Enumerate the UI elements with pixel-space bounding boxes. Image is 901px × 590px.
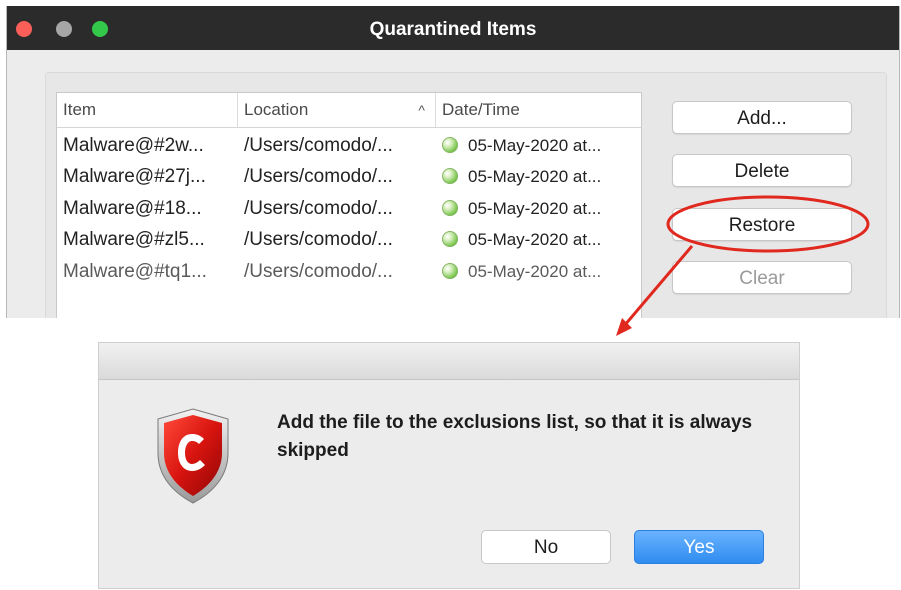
status-ok-icon	[442, 263, 458, 279]
table-header: Item Location ^ Date/Time	[57, 93, 641, 128]
column-header-location[interactable]: Location ^	[238, 93, 436, 127]
window-titlebar: Quarantined Items	[7, 6, 899, 50]
column-header-datetime-label: Date/Time	[442, 100, 520, 119]
row-item: Malware@#27j...	[63, 166, 206, 187]
table-row[interactable]: Malware@#27j... /Users/comodo/... 05-May…	[57, 161, 641, 192]
status-ok-icon	[442, 168, 458, 184]
status-ok-icon	[442, 137, 458, 153]
yes-button[interactable]: Yes	[634, 530, 764, 564]
dialog-message: Add the file to the exclusions list, so …	[277, 412, 753, 461]
no-button[interactable]: No	[481, 530, 611, 564]
row-item: Malware@#zl5...	[63, 229, 205, 250]
dialog-titlebar	[99, 343, 799, 380]
row-datetime: 05-May-2020 at...	[442, 224, 638, 255]
sort-ascending-icon: ^	[418, 102, 425, 118]
screenshot-separator	[0, 318, 901, 340]
table-row[interactable]: Malware@#18... /Users/comodo/... 05-May-…	[57, 193, 641, 224]
quarantine-table: Item Location ^ Date/Time Malware@#2w...…	[56, 92, 642, 324]
window-title: Quarantined Items	[369, 19, 537, 40]
status-ok-icon	[442, 200, 458, 216]
table-row[interactable]: Malware@#zl5... /Users/comodo/... 05-May…	[57, 224, 641, 255]
row-item: Malware@#18...	[63, 198, 202, 219]
clear-button[interactable]: Clear	[672, 261, 852, 294]
status-ok-icon	[442, 231, 458, 247]
row-datetime: 05-May-2020 at...	[442, 161, 638, 192]
column-header-location-label: Location	[244, 100, 309, 119]
restore-button[interactable]: Restore	[672, 208, 852, 241]
row-datetime-text: 05-May-2020 at...	[468, 230, 602, 249]
row-datetime-text: 05-May-2020 at...	[468, 136, 602, 155]
add-button[interactable]: Add...	[672, 101, 852, 134]
table-row[interactable]: Malware@#tq1... /Users/comodo/... 05-May…	[57, 256, 641, 287]
row-location: /Users/comodo/...	[244, 229, 393, 250]
row-location: /Users/comodo/...	[244, 261, 393, 282]
delete-button[interactable]: Delete	[672, 154, 852, 187]
row-datetime: 05-May-2020 at...	[442, 256, 638, 287]
row-item: Malware@#tq1...	[63, 261, 207, 282]
row-datetime: 05-May-2020 at...	[442, 193, 638, 224]
row-datetime-text: 05-May-2020 at...	[468, 262, 602, 281]
comodo-shield-icon	[157, 408, 229, 504]
row-item: Malware@#2w...	[63, 135, 204, 156]
column-header-item-label: Item	[63, 100, 97, 119]
table-row[interactable]: Malware@#2w... /Users/comodo/... 05-May-…	[57, 130, 641, 161]
row-datetime: 05-May-2020 at...	[442, 130, 638, 161]
row-datetime-text: 05-May-2020 at...	[468, 199, 602, 218]
column-header-datetime[interactable]: Date/Time	[436, 93, 641, 127]
row-location: /Users/comodo/...	[244, 198, 393, 219]
column-header-item[interactable]: Item	[57, 93, 238, 127]
row-location: /Users/comodo/...	[244, 135, 393, 156]
row-location: /Users/comodo/...	[244, 166, 393, 187]
row-datetime-text: 05-May-2020 at...	[468, 167, 602, 186]
confirm-dialog: Add the file to the exclusions list, so …	[98, 342, 800, 589]
